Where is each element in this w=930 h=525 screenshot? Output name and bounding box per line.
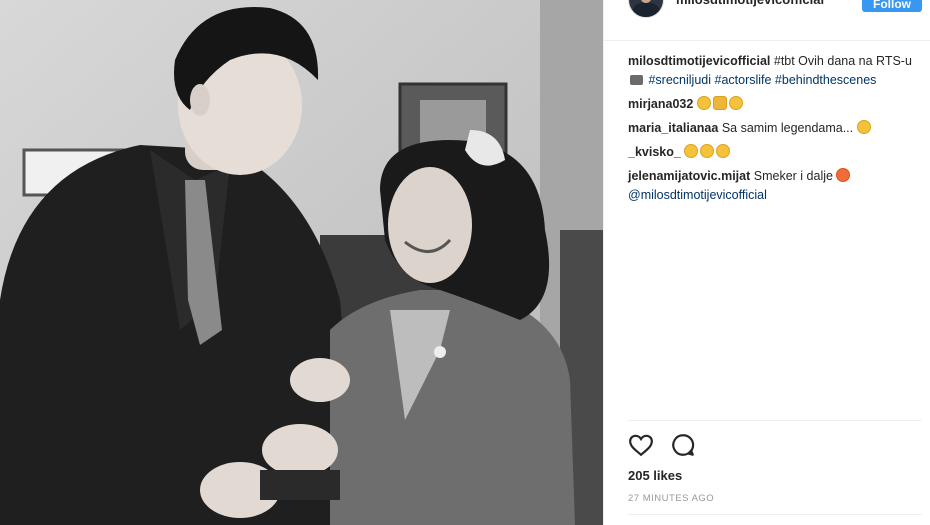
caption-hashtags[interactable]: #srecniljudi #actorslife #behindthescene… <box>648 73 876 87</box>
camera-emoji-icon <box>630 75 643 85</box>
heart-eyes-emoji-icon <box>856 120 871 134</box>
list-item: maria_italianaa Sa samim legendama... <box>628 119 918 138</box>
comment-username[interactable]: _kvisko_ <box>628 145 681 159</box>
avatar-suit <box>632 3 660 17</box>
smile-emoji-icon <box>684 144 699 158</box>
comment-username[interactable]: jelenamijatovic.mijat <box>628 169 750 183</box>
comment-text: Sa samim legendama... <box>718 121 857 135</box>
comment-text: Smeker i dalje <box>750 169 837 183</box>
caption-text: #tbt Ovih dana na RTS-u <box>770 54 912 68</box>
comment-username[interactable]: maria_italianaa <box>628 121 718 135</box>
divider <box>628 514 922 515</box>
likes-count[interactable]: 205 likes <box>628 468 682 483</box>
post-photo[interactable] <box>0 0 603 525</box>
caption-username[interactable]: milosdtimotijevicofficial <box>628 54 770 68</box>
smile-emoji-icon <box>700 144 715 158</box>
comment-bubble-icon[interactable] <box>670 432 696 458</box>
black-and-white-photo <box>0 0 603 525</box>
post-details-panel: milosdtimotijevicofficial Follow milosdt… <box>603 0 930 525</box>
heart-eyes-emoji-icon <box>836 168 851 182</box>
comment-username[interactable]: mirjana032 <box>628 97 693 111</box>
smile-emoji-icon <box>728 96 743 110</box>
header-username[interactable]: milosdtimotijevicofficial <box>676 0 824 7</box>
comment-mention[interactable]: @milosdtimotijevicofficial <box>628 188 767 202</box>
comments-list: milosdtimotijevicofficial #tbt Ovih dana… <box>628 52 918 210</box>
smile-emoji-icon <box>716 144 731 158</box>
caption: milosdtimotijevicofficial #tbt Ovih dana… <box>628 52 918 90</box>
post-header: milosdtimotijevicofficial Follow <box>604 0 930 41</box>
grimace-emoji-icon <box>696 96 711 110</box>
post-timestamp: 27 MINUTES AGO <box>628 493 715 504</box>
follow-button[interactable]: Follow <box>862 0 922 12</box>
list-item: mirjana032 <box>628 95 918 114</box>
list-item: _kvisko_ <box>628 143 918 162</box>
divider <box>628 420 922 421</box>
thumbs-up-emoji-icon <box>712 96 727 110</box>
heart-icon[interactable] <box>628 432 654 458</box>
list-item: jelenamijatovic.mijat Smeker i dalje @mi… <box>628 167 918 205</box>
avatar[interactable] <box>628 0 664 18</box>
